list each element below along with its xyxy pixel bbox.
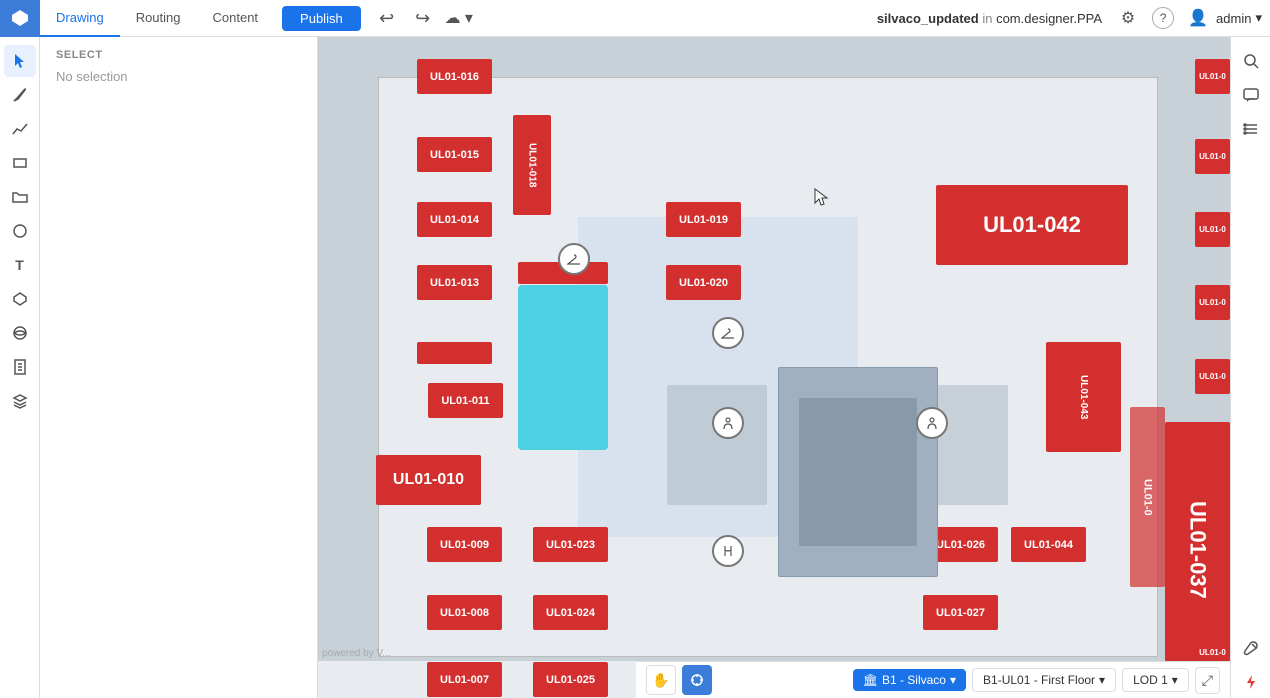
tool-face[interactable]	[4, 317, 36, 349]
tool-3d[interactable]	[4, 283, 36, 315]
icon-person-1	[712, 407, 744, 439]
publish-button[interactable]: Publish	[282, 6, 361, 31]
unit-UL01-023[interactable]: UL01-023	[533, 527, 608, 562]
hand-tool-button[interactable]: ✋	[646, 665, 676, 695]
unit-UL01-018[interactable]: UL01-018	[513, 115, 551, 215]
tool-circle[interactable]	[4, 215, 36, 247]
lod-selector[interactable]: LOD 1 ▾	[1122, 668, 1189, 692]
floor-selector[interactable]: B1-UL01 - First Floor ▾	[972, 668, 1116, 692]
unit-UL01-044[interactable]: UL01-044	[1011, 527, 1086, 562]
crosshair-tool-button[interactable]	[682, 665, 712, 695]
building-selector[interactable]: 🏛 B1 - Silvaco ▾	[853, 669, 966, 691]
tool-analytics[interactable]	[4, 113, 36, 145]
unit-partial-right-4: UL01-0	[1195, 285, 1230, 320]
unit-UL01-013[interactable]: UL01-013	[417, 265, 492, 300]
map-canvas[interactable]: UL01-016 UL01-015 UL01-018 UL01-014 UL01…	[318, 37, 1270, 661]
search-icon[interactable]	[1235, 45, 1267, 77]
cloud-button[interactable]: ☁ ▾	[443, 2, 475, 34]
icon-food-1	[712, 535, 744, 567]
pool-area	[518, 285, 608, 450]
unit-partial-right-5: UL01-0	[1195, 359, 1230, 394]
unit-UL01-partial: UL01-0	[1130, 407, 1165, 587]
expand-button[interactable]: ⤢	[1195, 667, 1220, 694]
unit-UL01-025[interactable]: UL01-025	[533, 662, 608, 697]
settings-icon[interactable]: ⚙	[1112, 2, 1144, 34]
tool-text[interactable]: T	[4, 249, 36, 281]
unit-red-small-1	[417, 342, 492, 364]
unit-UL01-009[interactable]: UL01-009	[427, 527, 502, 562]
right-toolbar	[1230, 37, 1270, 698]
cursor-indicator	[813, 187, 831, 214]
left-toolbar: T	[0, 37, 40, 698]
tool-layers[interactable]	[4, 385, 36, 417]
powered-by: powered by V...	[322, 648, 391, 659]
tool-document[interactable]	[4, 351, 36, 383]
unit-UL01-014[interactable]: UL01-014	[417, 202, 492, 237]
tool-pen[interactable]	[4, 79, 36, 111]
flash-icon[interactable]	[1235, 666, 1267, 698]
tool-folder[interactable]	[4, 181, 36, 213]
unit-partial-top-right: UL01-0	[1195, 59, 1230, 94]
tab-routing[interactable]: Routing	[120, 0, 197, 37]
unit-UL01-019[interactable]: UL01-019	[666, 202, 741, 237]
service-area-1	[667, 385, 767, 505]
tool-select[interactable]	[4, 45, 36, 77]
user-icon[interactable]: 👤	[1182, 2, 1214, 34]
tab-content[interactable]: Content	[197, 0, 275, 37]
undo-button[interactable]: ↩	[371, 2, 403, 34]
central-service	[778, 367, 938, 577]
list-icon[interactable]	[1235, 113, 1267, 145]
icon-person-2	[916, 407, 948, 439]
unit-UL01-007[interactable]: UL01-007	[427, 662, 502, 697]
top-navigation: Drawing Routing Content Publish ↩ ↪ ☁ ▾ …	[0, 0, 1270, 37]
help-icon[interactable]: ?	[1152, 7, 1174, 29]
tool-rectangle[interactable]	[4, 147, 36, 179]
tab-drawing[interactable]: Drawing	[40, 0, 120, 37]
chat-icon[interactable]	[1235, 79, 1267, 111]
unit-UL01-015[interactable]: UL01-015	[417, 137, 492, 172]
unit-partial-right-2: UL01-0	[1195, 139, 1230, 174]
unit-partial-right-3: UL01-0	[1195, 212, 1230, 247]
file-title: silvaco_updated in com.designer.PPA	[877, 11, 1102, 26]
logo-button[interactable]	[0, 0, 40, 37]
panel-section-title: SELECT	[56, 49, 301, 61]
map-area[interactable]: UL01-016 UL01-015 UL01-018 UL01-014 UL01…	[318, 37, 1270, 698]
unit-UL01-008[interactable]: UL01-008	[427, 595, 502, 630]
bottom-bar: ✋ 🏛 B1 - Silvaco ▾ B1-UL01 - First Floor…	[636, 661, 1230, 698]
unit-UL01-016[interactable]: UL01-016	[417, 59, 492, 94]
unit-UL01-043[interactable]: UL01-043	[1046, 342, 1121, 452]
unit-UL01-010[interactable]: UL01-010	[376, 455, 481, 505]
side-panel: SELECT No selection	[40, 37, 318, 698]
unit-UL01-042[interactable]: UL01-042	[936, 185, 1128, 265]
unit-UL01-011[interactable]: UL01-011	[428, 383, 503, 418]
panel-no-selection: No selection	[56, 69, 301, 84]
icon-hanger-1	[558, 243, 590, 275]
unit-UL01-020[interactable]: UL01-020	[666, 265, 741, 300]
redo-button[interactable]: ↪	[407, 2, 439, 34]
tools-icon[interactable]	[1235, 632, 1267, 664]
unit-UL01-024[interactable]: UL01-024	[533, 595, 608, 630]
unit-UL01-027[interactable]: UL01-027	[923, 595, 998, 630]
icon-hanger-2	[712, 317, 744, 349]
user-menu[interactable]: admin ▾	[1216, 10, 1262, 26]
